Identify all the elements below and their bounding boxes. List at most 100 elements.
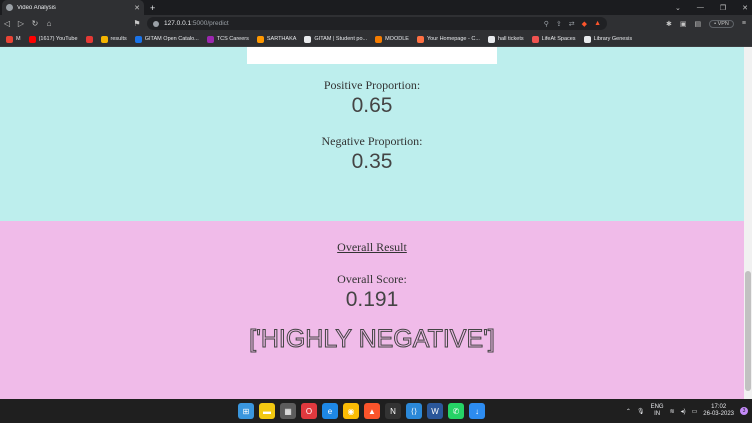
url-host: 127.0.0.1 — [164, 20, 192, 27]
bookmark-item[interactable]: M — [6, 35, 21, 43]
download-icon[interactable]: ↓ — [469, 403, 485, 419]
opera-icon[interactable]: O — [301, 403, 317, 419]
close-window-button[interactable]: ✕ — [742, 4, 748, 12]
bookmark-item[interactable]: Your Homepage - C... — [416, 35, 480, 43]
bookmark-favicon-icon — [85, 35, 93, 43]
negative-proportion-label: Negative Proportion: — [321, 134, 423, 148]
store-icon[interactable]: ▦ — [280, 403, 296, 419]
microphone-icon[interactable]: 🎙 — [637, 408, 645, 415]
bookmark-item[interactable]: TCS Careers — [206, 35, 249, 43]
clock-time: 17:02 — [711, 404, 727, 410]
bookmark-item[interactable]: hall tickets — [487, 35, 524, 43]
bookmark-label: SARTHAKA — [266, 36, 297, 42]
bookmark-label: hall tickets — [497, 36, 524, 42]
tab-search-icon[interactable]: ⌄ — [675, 4, 681, 12]
menu-icon[interactable]: ≡ — [742, 20, 746, 27]
back-icon[interactable]: ◁ — [0, 19, 14, 28]
translate-icon[interactable]: ⇄ — [569, 20, 575, 28]
overall-score-value: 0.191 — [345, 288, 399, 311]
wifi-icon[interactable]: ≋ — [670, 408, 675, 415]
bookmark-item[interactable]: GITAM Open Catalo... — [134, 35, 199, 43]
bookmark-favicon-icon — [134, 35, 142, 43]
bookmark-favicon-icon — [100, 35, 108, 43]
tab-favicon-icon — [6, 4, 13, 11]
bookmark-label: results — [110, 36, 127, 42]
tab-close-icon[interactable]: ✕ — [134, 4, 140, 12]
bookmark-page-icon[interactable]: ⚑ — [130, 19, 144, 28]
bookmark-label: TCS Careers — [216, 36, 249, 42]
site-info-icon[interactable] — [153, 20, 159, 27]
bookmark-item[interactable]: MOODLE — [375, 35, 409, 43]
page-viewport: Positive Proportion: 0.65 Negative Propo… — [0, 47, 744, 399]
extensions-icon[interactable]: ✱ — [666, 20, 672, 28]
positive-proportion-label: Positive Proportion: — [323, 78, 421, 92]
restore-button[interactable]: ❐ — [720, 4, 726, 12]
sidebar-icon[interactable]: ▣ — [680, 20, 687, 28]
browser-toolbar: ◁ ▷ ↻ ⌂ ⚑ 127.0.0.1 :5000/predict ⚲ ⇪ ⇄ … — [0, 15, 752, 32]
word-icon[interactable]: W — [427, 403, 443, 419]
reload-icon[interactable]: ↻ — [28, 19, 42, 28]
clock[interactable]: 17:02 26-03-2023 — [703, 404, 734, 418]
minimize-button[interactable]: — — [697, 4, 704, 11]
brave-rewards-icon[interactable]: ▲ — [594, 20, 601, 27]
page-scrollbar[interactable] — [744, 47, 752, 399]
volume-icon[interactable]: ◂) — [681, 408, 686, 415]
bookmark-item[interactable]: Library Genesis — [583, 35, 632, 43]
zoom-icon[interactable]: ⚲ — [544, 20, 549, 28]
notion-icon[interactable]: N — [385, 403, 401, 419]
content-card-bottom — [247, 47, 497, 64]
overall-result-section: Overall Result Overall Score: 0.191 ['HI… — [0, 221, 744, 399]
home-icon[interactable]: ⌂ — [42, 19, 56, 28]
bookmark-favicon-icon — [416, 35, 424, 43]
bookmark-favicon-icon — [206, 35, 214, 43]
brave-shields-icon[interactable]: ◆ — [582, 20, 587, 28]
url-path: :5000/predict — [191, 20, 229, 27]
file-explorer-icon[interactable]: ▬ — [259, 403, 275, 419]
positive-proportion-value: 0.65 — [351, 94, 393, 117]
bookmark-favicon-icon — [6, 35, 13, 43]
clock-date: 26-03-2023 — [703, 411, 734, 417]
bookmarks-bar: M (1617) YouTube results GITAM Open Catalo.… — [0, 32, 752, 47]
battery-icon[interactable]: ▭ — [692, 408, 698, 415]
tab-strip: Video Analysis ✕ + ⌄ — ❐ ✕ — [0, 0, 752, 15]
address-bar[interactable]: 127.0.0.1 :5000/predict ⚲ ⇪ ⇄ ◆ ▲ — [147, 17, 607, 30]
brave-icon[interactable]: ▲ — [364, 403, 380, 419]
bookmark-item[interactable] — [85, 35, 93, 43]
share-icon[interactable]: ⇪ — [556, 20, 562, 28]
notification-badge[interactable]: 3 — [740, 407, 748, 415]
chrome-icon[interactable]: ◉ — [343, 403, 359, 419]
bookmark-item[interactable]: results — [100, 35, 127, 43]
bookmark-favicon-icon — [304, 35, 312, 43]
scrollbar-thumb[interactable] — [745, 271, 751, 391]
bookmark-item[interactable]: (1617) YouTube — [28, 35, 78, 43]
bookmark-favicon-icon — [256, 35, 264, 43]
bookmark-item[interactable]: SARTHAKA — [256, 35, 297, 43]
tab-title: Video Analysis — [17, 4, 56, 11]
bookmark-favicon-icon — [583, 35, 591, 43]
negative-proportion-value: 0.35 — [351, 150, 393, 173]
tab-video-analysis[interactable]: Video Analysis ✕ — [2, 0, 144, 15]
bookmark-label: GITAM | Student po... — [314, 36, 368, 42]
bookmark-item[interactable]: GITAM | Student po... — [304, 35, 368, 43]
overall-result-heading: Overall Result — [337, 240, 407, 254]
chevron-up-icon[interactable]: ⌃ — [626, 408, 631, 415]
bookmark-label: MOODLE — [385, 36, 409, 42]
language-code: ENG — [650, 404, 664, 410]
wallet-icon[interactable]: ▤ — [695, 20, 702, 28]
bookmark-favicon-icon — [375, 35, 383, 43]
new-tab-button[interactable]: + — [150, 3, 155, 13]
edge-icon[interactable]: e — [322, 403, 338, 419]
proportion-section: Positive Proportion: 0.65 Negative Propo… — [0, 47, 744, 221]
forward-icon[interactable]: ▷ — [14, 19, 28, 28]
windows-icon[interactable]: ⊞ — [238, 403, 254, 419]
bookmark-favicon-icon — [531, 35, 539, 43]
language-indicator[interactable]: ENG IN — [651, 404, 664, 418]
overall-score-label: Overall Score: — [337, 272, 407, 286]
whatsapp-icon[interactable]: ✆ — [448, 403, 464, 419]
verdict-text: ['HIGHLY NEGATIVE'] — [249, 325, 496, 354]
bookmark-favicon-icon — [28, 35, 36, 43]
bookmark-item[interactable]: LifeAt Spaces — [531, 35, 576, 43]
bookmark-label: (1617) YouTube — [38, 36, 78, 42]
vscode-icon[interactable]: ⟨⟩ — [406, 403, 422, 419]
vpn-button[interactable]: • VPN — [709, 19, 734, 28]
